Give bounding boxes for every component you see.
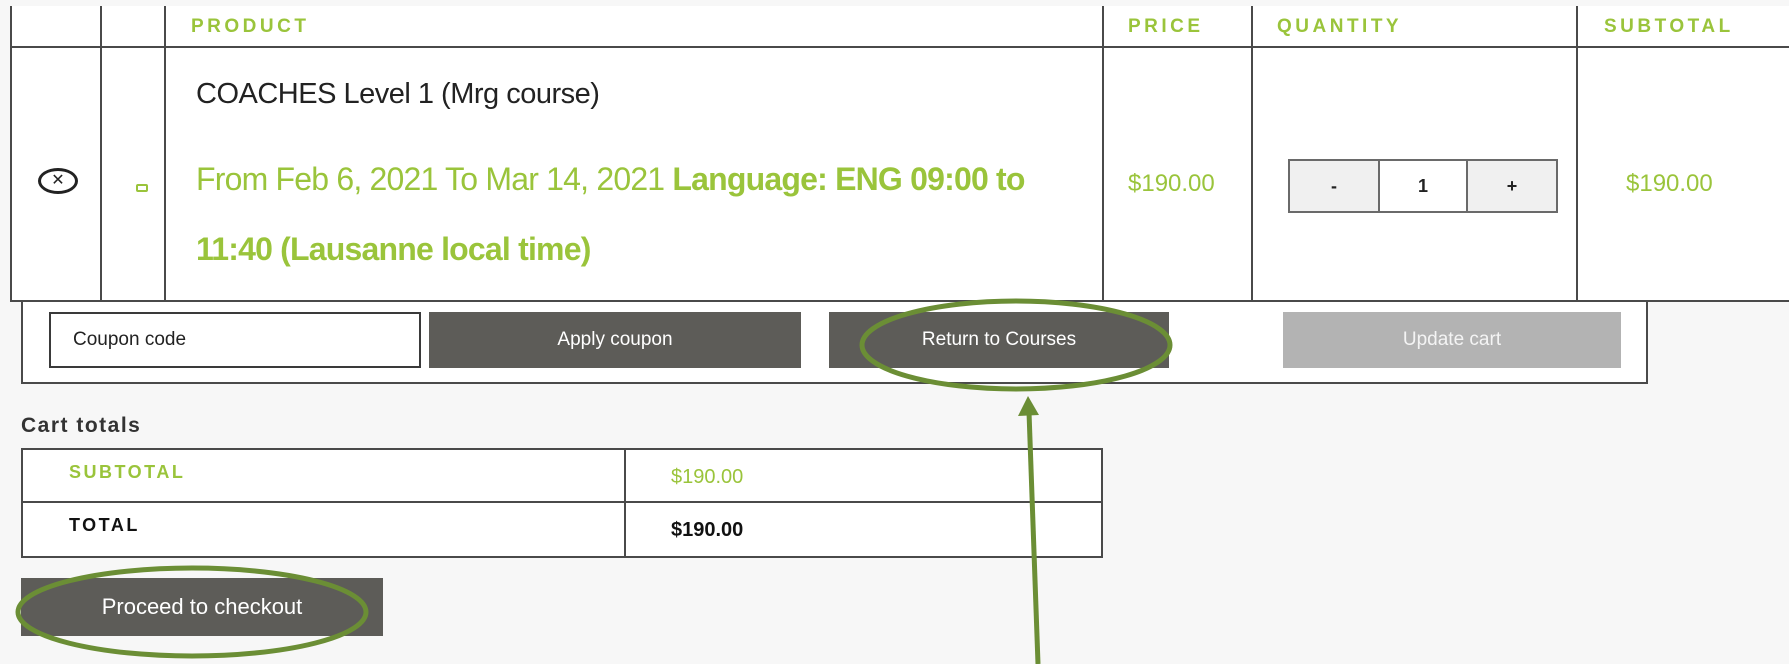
subtotal-value: $190.00: [671, 466, 744, 488]
product-meta: From Feb 6, 2021 To Mar 14, 2021 Languag…: [196, 144, 1076, 284]
header-subtotal: SUBTOTAL: [1604, 16, 1734, 37]
apply-coupon-button[interactable]: Apply coupon: [429, 312, 801, 368]
product-price: $190.00: [1128, 170, 1215, 197]
quantity-increase-button[interactable]: +: [1468, 161, 1556, 211]
cart-actions: Apply coupon Return to Courses Update ca…: [21, 302, 1648, 384]
totals-row-total: TOTAL $190.00: [23, 503, 1101, 556]
header-quantity: QUANTITY: [1277, 16, 1403, 37]
subtotal-label: SUBTOTAL: [69, 462, 186, 482]
header-price: PRICE: [1128, 16, 1204, 37]
quantity-input[interactable]: 1: [1378, 161, 1468, 211]
table-border: [10, 6, 12, 302]
cart-page: PRODUCT PRICE QUANTITY SUBTOTAL ✕ COACHE…: [0, 0, 1789, 664]
totals-row-subtotal: SUBTOTAL $190.00: [23, 450, 1101, 503]
update-cart-button[interactable]: Update cart: [1283, 312, 1621, 368]
cart-table: PRODUCT PRICE QUANTITY SUBTOTAL ✕ COACHE…: [10, 6, 1789, 302]
table-border: [1102, 6, 1104, 302]
table-border: [164, 6, 166, 302]
product-name[interactable]: COACHES Level 1 (Mrg course): [196, 78, 600, 111]
quantity-decrease-button[interactable]: -: [1290, 161, 1378, 211]
total-value: $190.00: [671, 519, 744, 541]
table-border: [1576, 6, 1578, 302]
product-thumbnail-icon[interactable]: [136, 184, 148, 192]
table-border: [10, 46, 1789, 48]
line-subtotal: $190.00: [1626, 170, 1713, 197]
remove-item-icon[interactable]: ✕: [38, 168, 78, 194]
cart-totals-heading: Cart totals: [21, 414, 142, 437]
total-label: TOTAL: [69, 515, 140, 535]
return-to-courses-button[interactable]: Return to Courses: [829, 312, 1169, 368]
quantity-stepper[interactable]: - 1 +: [1288, 159, 1558, 213]
coupon-code-input[interactable]: [49, 312, 421, 368]
table-border: [1251, 6, 1253, 302]
header-product: PRODUCT: [191, 16, 310, 37]
cart-totals-table: SUBTOTAL $190.00 TOTAL $190.00: [21, 448, 1103, 558]
product-dates: From Feb 6, 2021 To Mar 14, 2021: [196, 161, 665, 197]
annotation-arrow-head: [1018, 396, 1039, 416]
proceed-to-checkout-button[interactable]: Proceed to checkout: [21, 578, 383, 636]
table-border: [100, 6, 102, 302]
